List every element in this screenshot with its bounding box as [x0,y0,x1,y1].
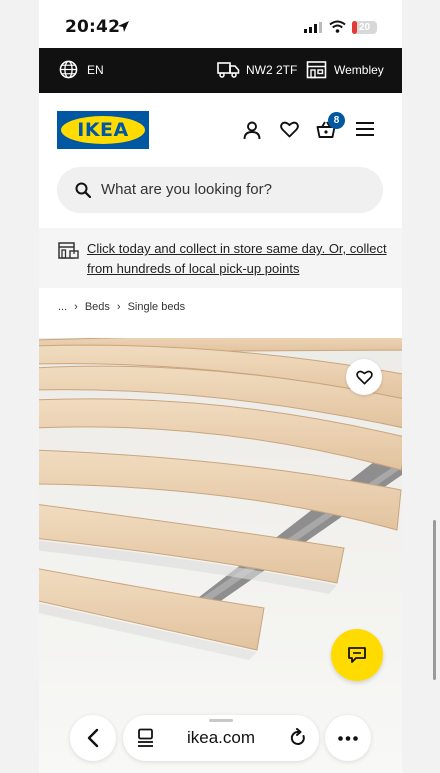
scroll-indicator[interactable] [433,520,436,680]
account-icon[interactable] [243,121,261,140]
ikea-logo[interactable]: IKEA [57,111,149,149]
url-text: ikea.com [187,728,256,747]
more-options-button[interactable] [325,715,371,761]
click-collect-link[interactable]: Click today and collect in store same da… [87,239,387,279]
address-bar[interactable]: ikea.com [123,715,319,761]
top-utility-bar: EN NW2 2TF Wembley [39,48,402,93]
heart-icon[interactable] [280,121,299,138]
chevron-right-icon: › [74,301,78,313]
reader-mode-icon[interactable] [137,728,155,748]
store-icon[interactable] [306,60,327,79]
breadcrumb-item-beds[interactable]: Beds [85,301,110,313]
globe-icon[interactable] [59,60,78,79]
status-time: 20:42 [65,17,121,37]
basket-count-badge: 8 [328,112,345,129]
app-frame: 20:42 20 EN NW2 2TF Wembley IKEA 8 What … [39,0,402,773]
menu-icon[interactable] [356,122,374,136]
breadcrumb-ellipsis[interactable]: ... [58,301,67,313]
battery-level: 20 [358,22,371,33]
click-collect-notice: Click today and collect in store same da… [39,228,402,288]
wifi-icon [329,20,346,33]
search-input[interactable]: What are you looking for? [101,181,272,198]
language-selector[interactable]: EN [87,63,104,77]
store-selector[interactable]: Wembley [334,63,384,77]
truck-icon[interactable] [217,61,240,78]
location-arrow-icon [118,21,129,32]
chevron-left-icon [87,728,99,748]
battery-icon: 20 [352,21,377,34]
search-icon [75,182,91,198]
search-bar[interactable]: What are you looking for? [57,167,383,213]
browser-toolbar: ikea.com [39,700,402,773]
breadcrumb-item-single-beds[interactable]: Single beds [128,301,186,313]
signal-icon [304,22,322,33]
status-bar: 20:42 20 [39,0,402,48]
logo-oval: IKEA [61,116,145,144]
more-icon [338,735,358,741]
chat-icon [348,647,366,663]
breadcrumb: ... › Beds › Single beds [58,301,185,313]
add-to-favourites-button[interactable] [346,359,382,395]
chevron-right-icon: › [116,301,121,313]
chat-button[interactable] [331,629,383,681]
heart-icon [355,370,373,385]
back-button[interactable] [70,715,116,761]
logo-text: IKEA [77,119,129,141]
store-pickup-icon [58,242,79,259]
tab-handle [209,719,233,722]
site-header: IKEA 8 What are you looking for? [39,93,402,228]
reload-icon[interactable] [289,728,307,748]
delivery-postcode[interactable]: NW2 2TF [246,63,297,77]
